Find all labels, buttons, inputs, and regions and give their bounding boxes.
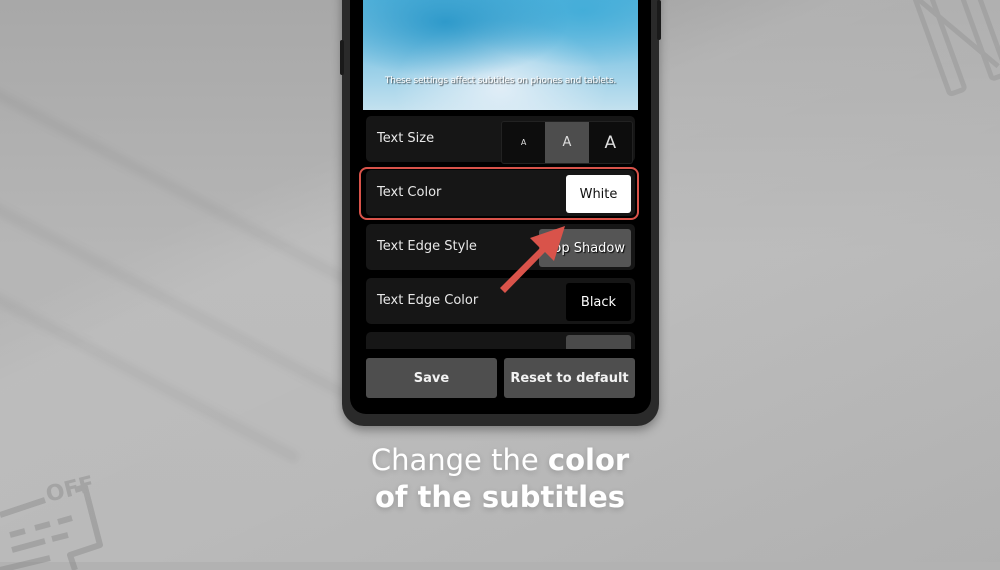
setting-row-partial (366, 332, 635, 349)
phone-side-button (657, 0, 661, 40)
caption-line-1-bold: color (547, 443, 630, 477)
text-edge-color-label: Text Edge Color (377, 293, 479, 308)
text-size-label: Text Size (377, 131, 435, 146)
subtitle-preview: These settings affect subtitles on phone… (363, 0, 638, 110)
text-size-options: A A A (501, 121, 633, 164)
caption-line-2: of the subtitles (374, 480, 626, 514)
caption-line-1: Change the color (0, 442, 1000, 479)
pointer-arrow-icon (500, 226, 565, 293)
save-button[interactable]: Save (366, 358, 497, 398)
text-size-small[interactable]: A (502, 122, 545, 163)
text-edge-color-button[interactable]: Black (566, 283, 631, 321)
text-size-medium[interactable]: A (545, 122, 589, 163)
phone-side-button (340, 40, 344, 75)
caption-line-1-light: Change the (370, 443, 548, 477)
text-size-large[interactable]: A (589, 122, 632, 163)
preview-caption: These settings affect subtitles on phone… (384, 76, 617, 86)
highlight-box (359, 167, 639, 220)
reset-to-default-button[interactable]: Reset to default (504, 358, 635, 398)
setting-row-text-size: Text Size A A A (366, 116, 635, 164)
tutorial-caption: Change the color of the subtitles (0, 442, 1000, 516)
text-edge-style-label: Text Edge Style (377, 239, 477, 254)
setting-value-partial[interactable] (566, 335, 631, 349)
netflix-logo-icon (910, 0, 1000, 97)
